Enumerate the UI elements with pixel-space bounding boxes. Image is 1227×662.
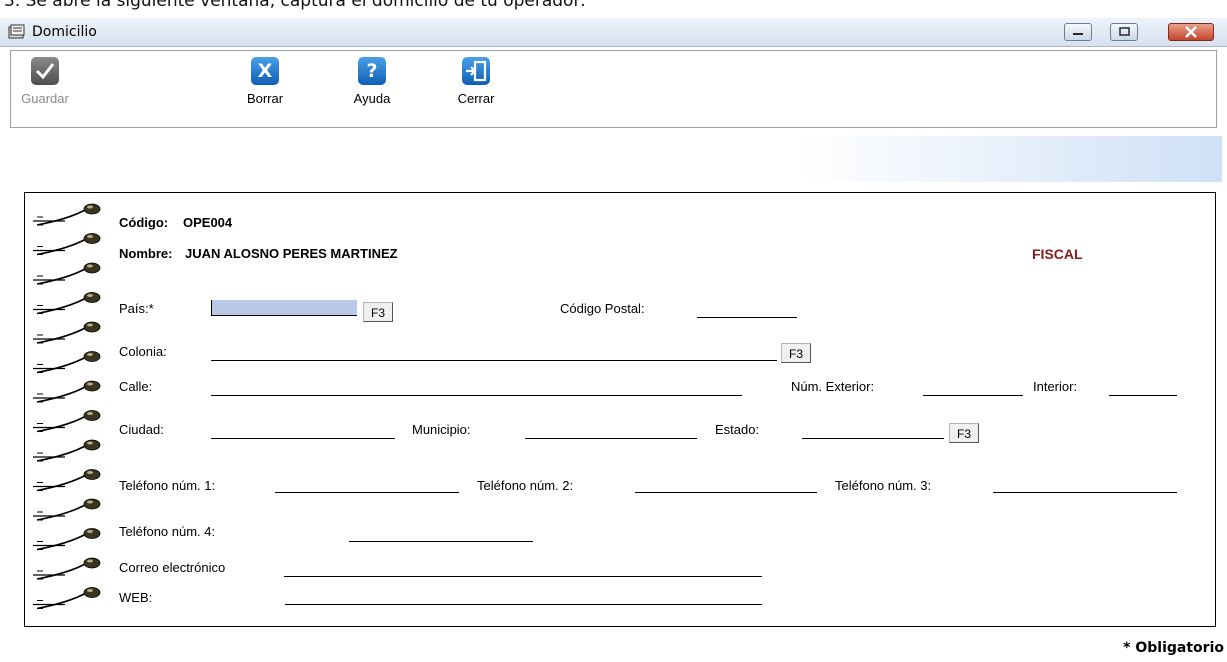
instruction-caption-text: 3. Se abre la siguiente ventana, captura… xyxy=(4,0,586,11)
municipio-label: Municipio: xyxy=(412,422,471,437)
maximize-icon xyxy=(1119,27,1130,36)
num-exterior-field[interactable] xyxy=(923,395,1023,396)
cerrar-button[interactable]: Cerrar xyxy=(449,57,503,106)
instruction-caption: 3. Se abre la siguiente ventana, captura… xyxy=(0,0,1227,18)
correo-field[interactable] xyxy=(284,576,762,577)
telefono-3-field[interactable] xyxy=(993,492,1177,493)
pais-label: País:* xyxy=(119,301,154,316)
required-note: * Obligatorio xyxy=(1123,640,1224,656)
ayuda-label: Ayuda xyxy=(353,91,391,106)
x-icon: X xyxy=(251,57,279,85)
ciudad-field[interactable] xyxy=(211,438,395,439)
ciudad-label: Ciudad: xyxy=(119,422,164,437)
estado-f3-button[interactable]: F3 xyxy=(949,423,979,443)
calle-label: Calle: xyxy=(119,379,153,394)
telefono-1-label: Teléfono núm. 1: xyxy=(119,478,216,493)
address-form-panel: Código: OPE004 Nombre: JUAN ALOSNO PERES… xyxy=(24,192,1216,627)
window-app-icon xyxy=(8,24,25,39)
pais-input[interactable] xyxy=(211,300,357,316)
toolbar: Guardar X Borrar ? Ayuda Cerrar xyxy=(10,50,1217,128)
colonia-f3-button[interactable]: F3 xyxy=(781,343,811,363)
codigo-value: OPE004 xyxy=(183,215,233,230)
nombre-label: Nombre: xyxy=(119,246,173,261)
nombre-value: JUAN ALOSNO PERES MARTINEZ xyxy=(185,246,398,261)
interior-field[interactable] xyxy=(1109,395,1177,396)
check-icon xyxy=(31,57,59,85)
calle-field[interactable] xyxy=(211,395,742,396)
header-banner xyxy=(15,136,1222,182)
spiral-binding-decoration xyxy=(33,203,101,610)
estado-label: Estado: xyxy=(715,422,760,437)
window-titlebar: Domicilio xyxy=(0,18,1227,47)
exit-door-icon xyxy=(462,57,490,85)
guardar-button[interactable]: Guardar xyxy=(19,57,71,106)
telefono-3-label: Teléfono núm. 3: xyxy=(835,478,932,493)
guardar-label: Guardar xyxy=(21,91,69,106)
ayuda-button[interactable]: ? Ayuda xyxy=(345,57,399,106)
codigo-postal-label: Código Postal: xyxy=(560,301,645,316)
web-field[interactable] xyxy=(285,604,762,605)
borrar-button[interactable]: X Borrar xyxy=(237,57,293,106)
close-icon xyxy=(1185,26,1197,38)
address-type-badge: FISCAL xyxy=(1032,246,1083,262)
telefono-2-field[interactable] xyxy=(635,492,817,493)
colonia-label: Colonia: xyxy=(119,344,167,359)
telefono-2-label: Teléfono núm. 2: xyxy=(477,478,574,493)
question-icon: ? xyxy=(358,57,386,85)
maximize-button[interactable] xyxy=(1110,23,1138,41)
telefono-1-field[interactable] xyxy=(275,492,459,493)
codigo-label: Código: xyxy=(119,215,169,230)
close-window-button[interactable] xyxy=(1168,23,1214,41)
window-title: Domicilio xyxy=(32,24,97,40)
borrar-label: Borrar xyxy=(246,91,284,106)
correo-label: Correo electrónico xyxy=(119,560,226,575)
telefono-4-field[interactable] xyxy=(349,541,533,542)
estado-field[interactable] xyxy=(802,438,944,439)
codigo-postal-field[interactable] xyxy=(697,317,797,318)
pais-f3-button[interactable]: F3 xyxy=(363,302,393,322)
minimize-icon xyxy=(1073,33,1083,35)
interior-label: Interior: xyxy=(1033,379,1078,394)
cerrar-label: Cerrar xyxy=(457,91,495,106)
minimize-button[interactable] xyxy=(1064,23,1092,41)
web-label: WEB: xyxy=(119,590,153,605)
colonia-field[interactable] xyxy=(211,360,777,361)
num-exterior-label: Núm. Exterior: xyxy=(791,379,875,394)
telefono-4-label: Teléfono núm. 4: xyxy=(119,524,216,539)
municipio-field[interactable] xyxy=(525,438,697,439)
